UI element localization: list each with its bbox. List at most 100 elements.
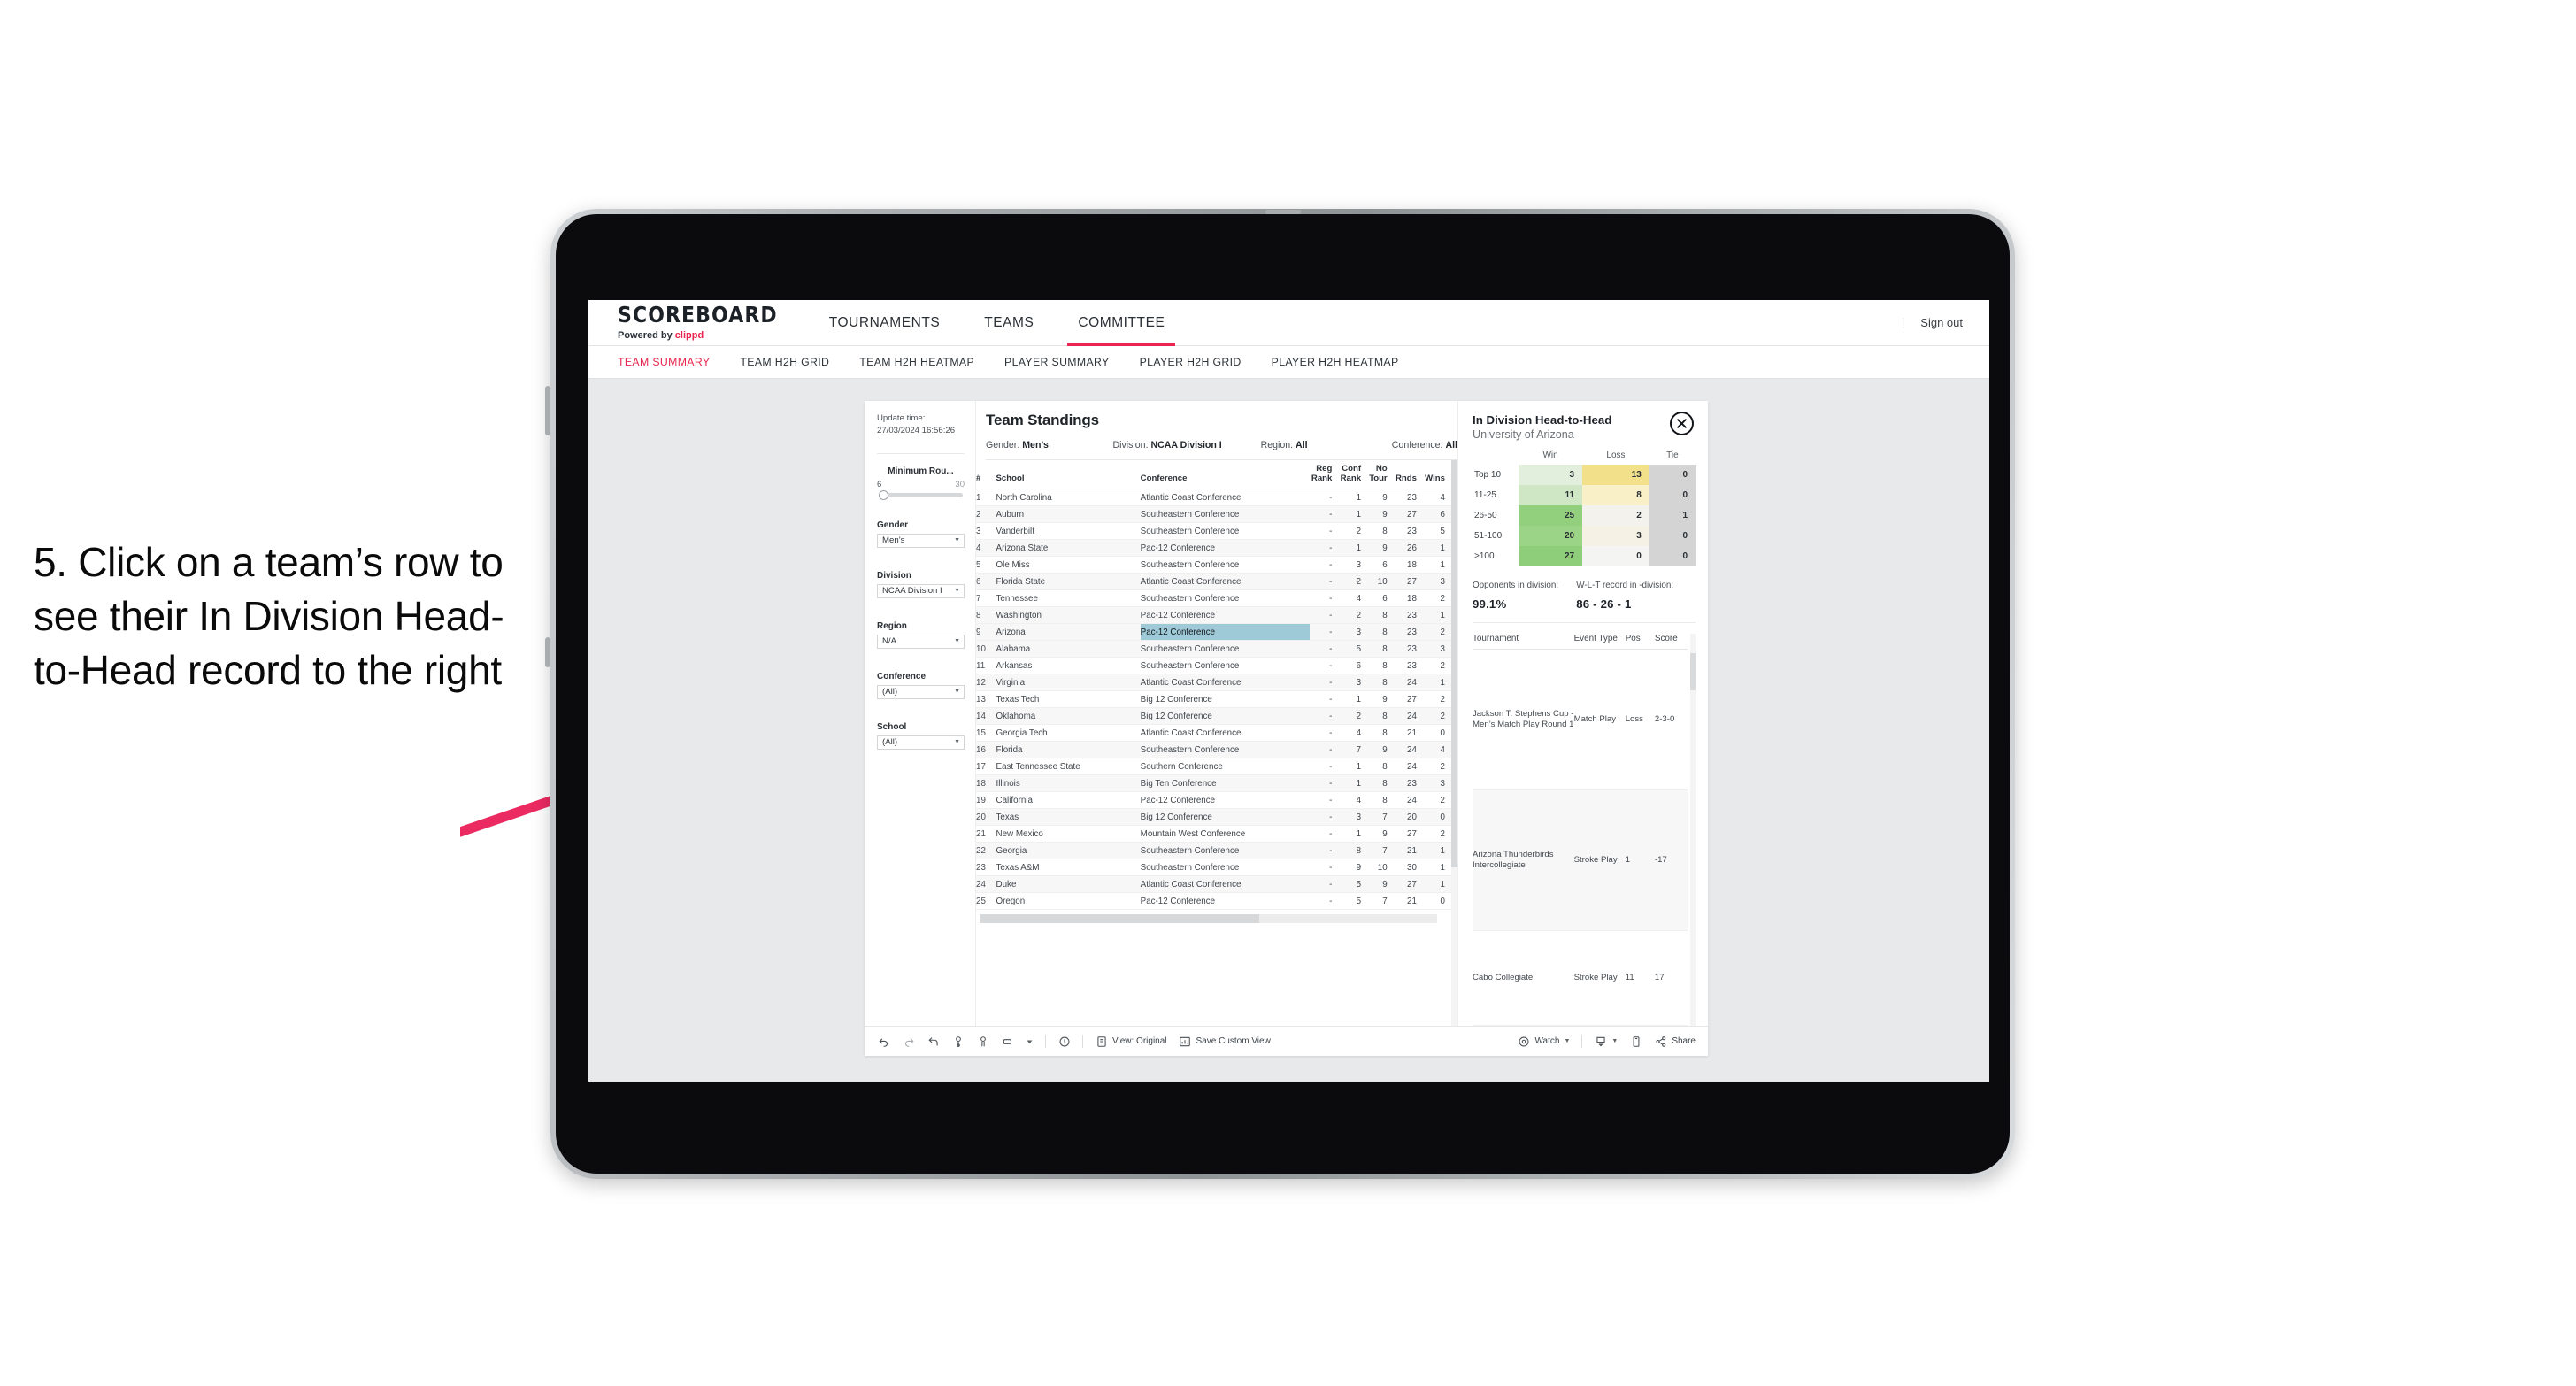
table-row[interactable]: 23 Texas A&M Southeastern Conference -9 10 30… (976, 859, 1451, 877)
tournament-row[interactable]: Arizona Thunderbirds Intercollegiate Stro… (1473, 789, 1688, 932)
cell-conference: Mountain West Conference (1140, 825, 1310, 843)
slider-handle[interactable] (879, 489, 888, 500)
cell-no-tour: 8 (1367, 791, 1394, 810)
cell-no-tour: 9 (1367, 825, 1394, 843)
table-row[interactable]: 18 Illinois Big Ten Conference -1 8 23 3 (976, 774, 1451, 793)
tab-player-h2h-heatmap[interactable]: PLAYER H2H HEATMAP (1272, 356, 1399, 368)
cell-school: Oklahoma (996, 707, 1141, 726)
cell-wins: 2 (1422, 690, 1451, 709)
tab-team-summary[interactable]: TEAM SUMMARY (618, 356, 710, 368)
col-rank[interactable]: # (976, 460, 996, 490)
brand-logo[interactable]: SCOREBOARD Powered by clippd (588, 304, 792, 341)
update-time-label: Update time: (877, 413, 926, 423)
download-icon (1594, 1035, 1607, 1048)
table-row[interactable]: 5 Ole Miss Southeastern Conference -3 6 18 1 (976, 556, 1451, 574)
hscroll-track[interactable] (980, 914, 1438, 924)
highlight-icon[interactable] (1001, 1035, 1014, 1048)
summary-gender-value: Men’s (1022, 440, 1049, 450)
view-original-button[interactable]: View: Original (1095, 1035, 1167, 1048)
h2h-cell-loss: 3 (1582, 526, 1649, 546)
nav-teams[interactable]: TEAMS (977, 300, 1041, 346)
cell-no-tour: 10 (1367, 859, 1394, 877)
conference-select[interactable]: (All) ▼ (877, 684, 965, 699)
filter-minimum-rounds[interactable]: Minimum Rou... 6 30 (877, 466, 965, 500)
cell-score: 2-3-0 (1654, 649, 1688, 791)
tournament-scroll-thumb[interactable] (1690, 653, 1696, 690)
table-row[interactable]: 22 Georgia Southeastern Conference -8 7 21 1 (976, 842, 1451, 860)
cell-no-tour: 6 (1367, 556, 1394, 574)
tab-team-h2h-heatmap[interactable]: TEAM H2H HEATMAP (859, 356, 974, 368)
table-row[interactable]: 13 Texas Tech Big 12 Conference -1 9 27 2 (976, 690, 1451, 709)
gender-select[interactable]: Men’s ▼ (877, 533, 965, 548)
update-time-value: 27/03/2024 16:56:26 (877, 425, 956, 435)
cell-rnds: 30 (1393, 859, 1423, 877)
share-button[interactable]: Share (1654, 1035, 1696, 1048)
hscroll-thumb[interactable] (980, 914, 1259, 924)
cell-wins: 2 (1422, 623, 1451, 642)
col-no-tour[interactable]: No Tour (1367, 460, 1394, 490)
col-school[interactable]: School (996, 460, 1141, 490)
clock-icon[interactable] (1057, 1035, 1071, 1048)
tournament-row[interactable]: Cabo Collegiate Stroke Play 11 17 (1473, 930, 1688, 1026)
table-row[interactable]: 8 Washington Pac-12 Conference -2 8 23 1 (976, 606, 1451, 625)
table-row[interactable]: 4 Arizona State Pac-12 Conference -1 9 26 1 (976, 539, 1451, 558)
table-row[interactable]: 21 New Mexico Mountain West Conference -1 9 2… (976, 825, 1451, 843)
region-select[interactable]: N/A ▼ (877, 634, 965, 649)
nav-tournaments[interactable]: TOURNAMENTS (822, 300, 947, 346)
revert-icon[interactable] (927, 1035, 940, 1048)
cell-conf-rank: 5 (1338, 875, 1368, 894)
cell-rnds: 18 (1393, 589, 1423, 608)
table-row[interactable]: 12 Virginia Atlantic Coast Conference -3 8 24… (976, 674, 1451, 692)
pause-icon[interactable] (976, 1035, 989, 1048)
table-row[interactable]: 6 Florida State Atlantic Coast Conference -… (976, 573, 1451, 591)
col-rnds[interactable]: Rnds (1393, 460, 1423, 490)
signout-link[interactable]: Sign out (1920, 316, 1963, 329)
table-row[interactable]: 11 Arkansas Southeastern Conference -6 8 23 2 (976, 657, 1451, 675)
undo-icon[interactable] (877, 1035, 890, 1048)
table-row[interactable]: 14 Oklahoma Big 12 Conference -2 8 24 2 (976, 707, 1451, 726)
cell-pos: 1 (1625, 789, 1655, 932)
save-custom-view-button[interactable]: Save Custom View (1179, 1035, 1271, 1048)
table-row[interactable]: 19 California Pac-12 Conference -4 8 24 2 (976, 791, 1451, 810)
table-row[interactable]: 7 Tennessee Southeastern Conference -4 6 18 2 (976, 589, 1451, 608)
table-row[interactable]: 10 Alabama Southeastern Conference -5 8 23 3 (976, 640, 1451, 658)
table-row[interactable]: 24 Duke Atlantic Coast Conference -5 9 27 1 (976, 875, 1451, 894)
col-wins[interactable]: Wins (1422, 460, 1451, 490)
table-row[interactable]: 9 Arizona Pac-12 Conference -3 8 23 2 (976, 623, 1451, 642)
col-reg-rank[interactable]: Reg Rank (1309, 460, 1339, 490)
nav-committee[interactable]: COMMITTEE (1067, 300, 1176, 346)
table-row[interactable]: 17 East Tennessee State Southern Conferenc… (976, 758, 1451, 776)
caret-down-icon[interactable] (1026, 1035, 1034, 1048)
cell-wins: 1 (1422, 842, 1451, 860)
tab-player-h2h-grid[interactable]: PLAYER H2H GRID (1140, 356, 1242, 368)
table-row[interactable]: 16 Florida Southeastern Conference -7 9 24 4 (976, 741, 1451, 759)
standings-header: Team Standings Gender: Men’s Division: N… (976, 401, 1457, 460)
device-layout-icon[interactable] (1629, 1035, 1642, 1048)
cell-no-tour: 8 (1367, 606, 1394, 625)
vscroll-thumb[interactable] (1451, 460, 1457, 868)
download-button[interactable]: ▼ (1594, 1035, 1618, 1048)
close-icon[interactable] (1670, 412, 1694, 435)
tab-team-h2h-grid[interactable]: TEAM H2H GRID (740, 356, 829, 368)
tab-player-summary[interactable]: PLAYER SUMMARY (1004, 356, 1110, 368)
vertical-scrollbar[interactable] (1451, 460, 1457, 1026)
table-row[interactable]: 2 Auburn Southeastern Conference -1 9 27 6 (976, 505, 1451, 524)
watch-button[interactable]: Watch ▼ (1517, 1035, 1570, 1048)
tournament-scrollbar[interactable] (1690, 634, 1696, 1026)
table-row[interactable]: 25 Oregon Pac-12 Conference -5 7 21 0 (976, 892, 1451, 911)
refresh-icon[interactable] (951, 1035, 965, 1048)
school-select[interactable]: (All) ▼ (877, 735, 965, 750)
division-select[interactable]: NCAA Division I ▼ (877, 583, 965, 598)
tournament-row[interactable]: Jackson T. Stephens Cup - Men’s Match Pl… (1473, 649, 1688, 791)
table-row[interactable]: 15 Georgia Tech Atlantic Coast Conference -… (976, 724, 1451, 743)
table-row[interactable]: 1 North Carolina Atlantic Coast Conference… (976, 489, 1451, 507)
chevron-down-icon: ▼ (954, 739, 960, 746)
table-row[interactable]: 20 Texas Big 12 Conference -3 7 20 0 (976, 808, 1451, 827)
cell-no-tour: 9 (1367, 741, 1394, 759)
col-conference[interactable]: Conference (1140, 460, 1310, 490)
redo-icon[interactable] (902, 1035, 915, 1048)
table-row[interactable]: 3 Vanderbilt Southeastern Conference -2 8 23 5 (976, 522, 1451, 541)
slider-track[interactable] (879, 489, 963, 500)
col-conf-rank[interactable]: Conf Rank (1338, 460, 1368, 490)
horizontal-scrollbar[interactable] (976, 910, 1451, 928)
